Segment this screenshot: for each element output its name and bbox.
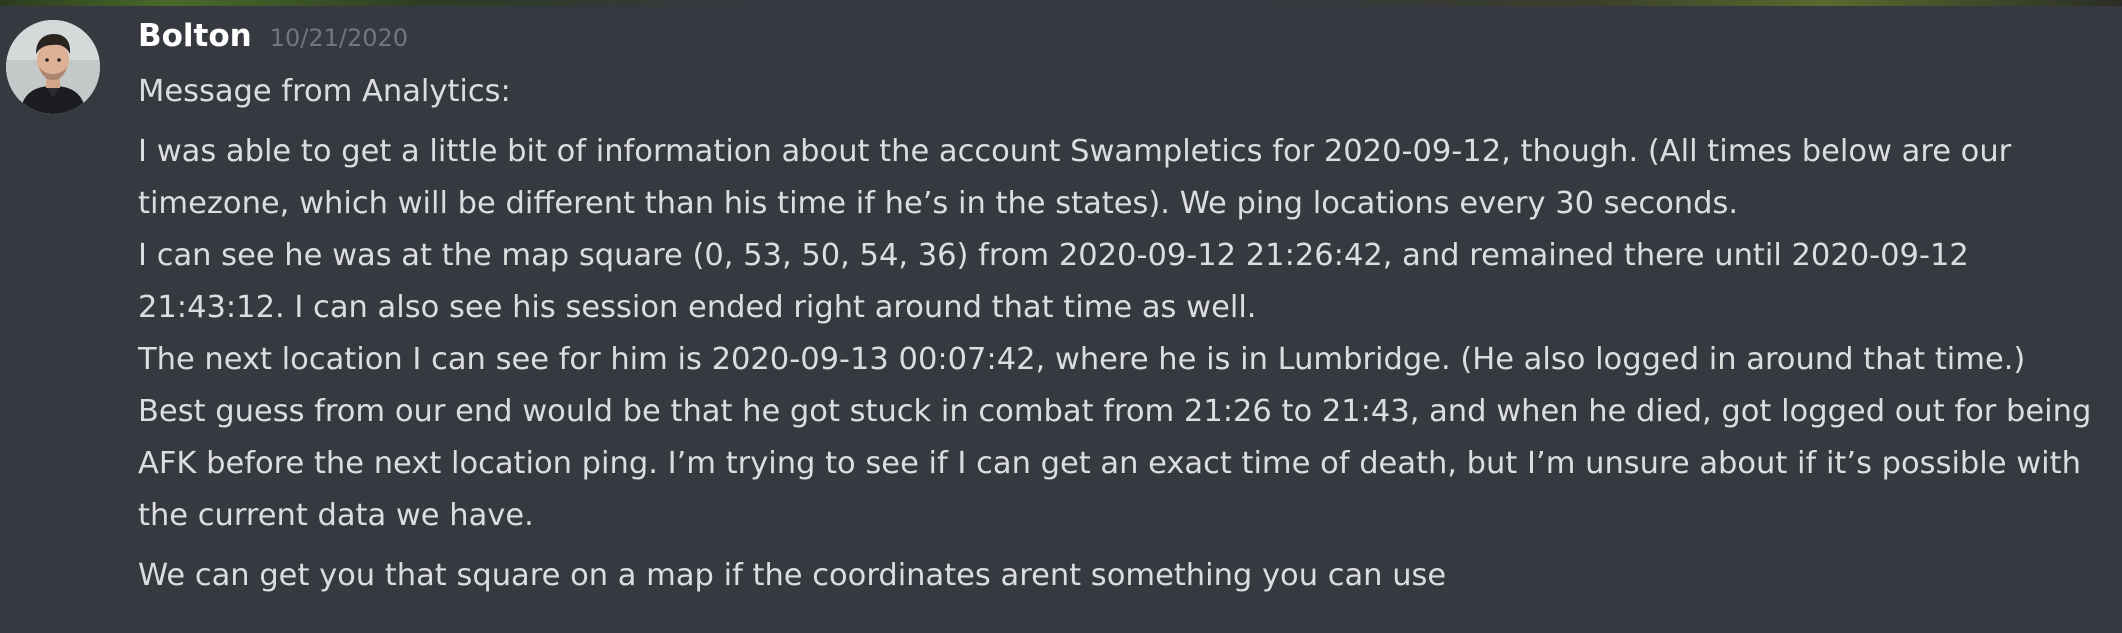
message-line-8: the current data we have. bbox=[138, 498, 534, 533]
message-header: Bolton 10/21/2020 bbox=[138, 18, 2098, 66]
message-timestamp: 10/21/2020 bbox=[269, 24, 409, 52]
user-avatar[interactable] bbox=[6, 20, 100, 114]
username[interactable]: Bolton bbox=[138, 18, 252, 54]
user-avatar-icon bbox=[6, 20, 100, 114]
message-line-6: Best guess from our end would be that he… bbox=[138, 394, 2092, 429]
message-body: I was able to get a little bit of inform… bbox=[138, 126, 2098, 542]
chat-message: Bolton 10/21/2020 Message from Analytics… bbox=[0, 6, 2122, 633]
message-line-1: I was able to get a little bit of inform… bbox=[138, 134, 2012, 169]
chat-window: Bolton 10/21/2020 Message from Analytics… bbox=[0, 0, 2122, 633]
message-line-5: The next location I can see for him is 2… bbox=[138, 342, 2026, 377]
message-line-3: I can see he was at the map square (0, 5… bbox=[138, 238, 1969, 273]
message-line-0: Message from Analytics: bbox=[138, 74, 511, 109]
message-line-4: 21:43:12. I can also see his session end… bbox=[138, 290, 1257, 325]
follow-up-message: We can get you that square on a map if t… bbox=[138, 558, 1447, 593]
message-line-7: AFK before the next location ping. I’m t… bbox=[138, 446, 2081, 481]
message-line-2: timezone, which will be different than h… bbox=[138, 186, 1739, 221]
message-content: Bolton 10/21/2020 Message from Analytics… bbox=[138, 18, 2098, 602]
